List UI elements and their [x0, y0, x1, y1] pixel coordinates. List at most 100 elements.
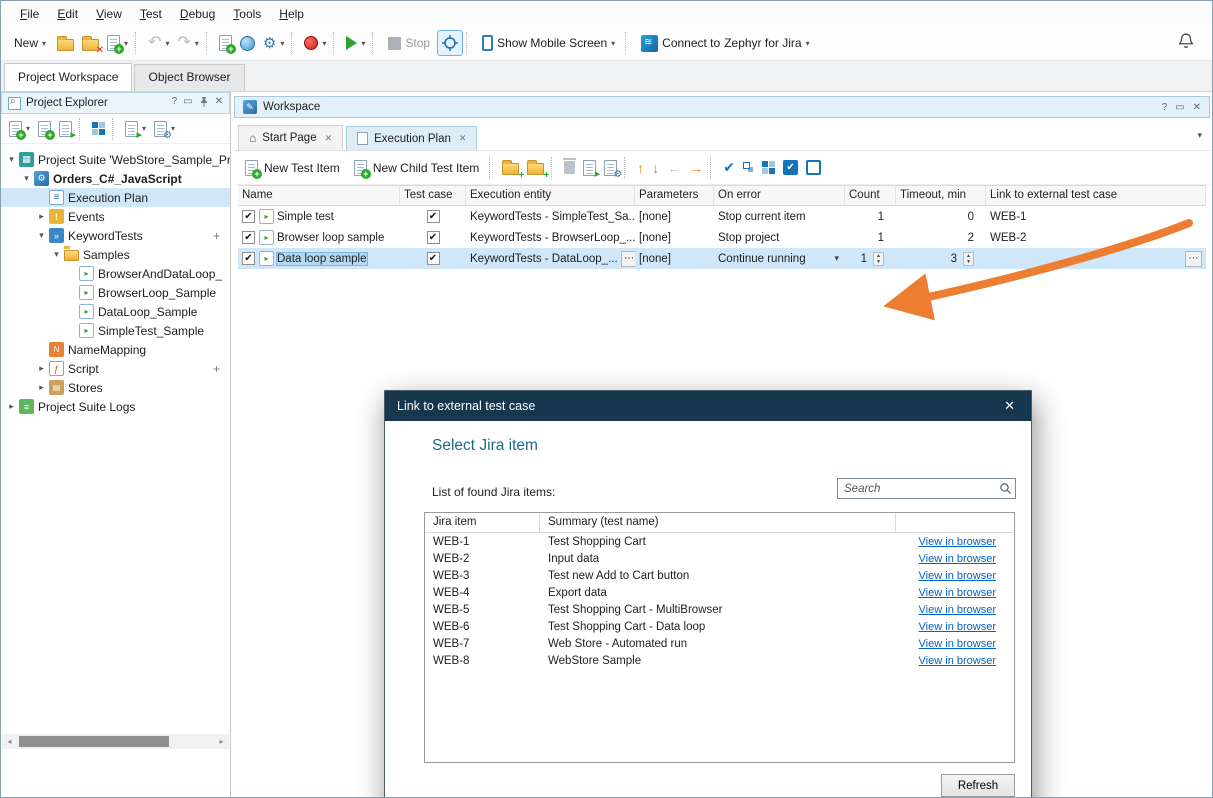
dialog-title-bar[interactable]: Link to external test case ✕: [385, 391, 1031, 421]
on-error-dropdown-icon[interactable]: ▾: [834, 253, 841, 264]
close-icon[interactable]: ✕: [1193, 102, 1201, 113]
check-group-button[interactable]: [758, 155, 779, 181]
jira-item-row-web-2[interactable]: WEB-2Input dataView in browser: [425, 550, 1014, 567]
tab-start-page[interactable]: ⌂Start Page✕: [238, 125, 343, 150]
expand-icon[interactable]: ▸: [35, 363, 48, 374]
close-icon[interactable]: ✕: [1000, 396, 1019, 416]
menu-file[interactable]: File: [11, 3, 48, 25]
test-case-checkbox[interactable]: ✔: [427, 252, 440, 265]
view-in-browser-link[interactable]: View in browser: [919, 655, 996, 667]
tree-item-dataloop-sample[interactable]: DataLoop_Sample: [1, 302, 230, 321]
add-item-icon[interactable]: +: [213, 229, 220, 243]
tree-item-namemapping[interactable]: NameMapping: [1, 340, 230, 359]
column-header-execution-entity[interactable]: Execution entity: [466, 186, 635, 205]
tree-item-stores[interactable]: ▸Stores: [1, 378, 230, 397]
tree-item-keywordtests[interactable]: ▾KeywordTests+: [1, 226, 230, 245]
collapse-icon[interactable]: ▾: [20, 173, 33, 184]
menu-tools[interactable]: Tools: [224, 3, 270, 25]
web-testing-button[interactable]: [236, 30, 259, 56]
enabled-checkbox[interactable]: ✔: [242, 252, 255, 265]
jira-item-row-web-5[interactable]: WEB-5Test Shopping Cart - MultiBrowserVi…: [425, 601, 1014, 618]
tree-item-simpletest-sample[interactable]: SimpleTest_Sample: [1, 321, 230, 340]
notifications-bell-icon[interactable]: [1178, 33, 1194, 53]
undo-button[interactable]: ↶▾: [144, 30, 173, 56]
services-button[interactable]: ⚙▾: [259, 30, 288, 56]
object-browser-button[interactable]: [88, 117, 109, 141]
open-item-button[interactable]: [55, 117, 76, 141]
spinner[interactable]: ▲▼: [963, 252, 974, 266]
stop-button[interactable]: Stop: [381, 30, 437, 56]
open-button[interactable]: [53, 30, 78, 56]
tree-item-project-suite-logs[interactable]: ▸Project Suite Logs: [1, 397, 230, 416]
object-spy-button[interactable]: [437, 30, 463, 56]
export-plan-button[interactable]: [600, 155, 621, 181]
jira-item-row-web-8[interactable]: WEB-8WebStore SampleView in browser: [425, 652, 1014, 669]
test-item-row-browser-loop-sample[interactable]: ✔Browser loop sample✔KeywordTests - Brow…: [238, 227, 1206, 248]
enabled-checkbox[interactable]: ✔: [242, 231, 255, 244]
move-down-button[interactable]: ↓: [648, 155, 663, 181]
move-right-button[interactable]: →: [685, 155, 707, 181]
move-left-button[interactable]: ←: [663, 155, 685, 181]
column-header-timeout-min[interactable]: Timeout, min: [896, 186, 986, 205]
spinner[interactable]: ▲▼: [873, 252, 884, 266]
close-tab-icon[interactable]: ✕: [325, 133, 333, 144]
save-button[interactable]: ▾: [103, 30, 132, 56]
add-new-item-button[interactable]: ▾: [5, 117, 34, 141]
delete-test-item-button[interactable]: [560, 155, 579, 181]
collapse-icon[interactable]: ▾: [50, 249, 63, 260]
test-case-checkbox[interactable]: ✔: [427, 231, 440, 244]
float-window-icon[interactable]: ▭: [183, 96, 192, 110]
tree-item-execution-plan[interactable]: Execution Plan: [1, 188, 230, 207]
tab-project-workspace[interactable]: Project Workspace: [4, 63, 132, 91]
expand-icon[interactable]: ▸: [35, 382, 48, 393]
menu-test[interactable]: Test: [131, 3, 171, 25]
tree-item-browserloop-sample[interactable]: BrowserLoop_Sample: [1, 283, 230, 302]
column-header-on-error[interactable]: On error: [714, 186, 845, 205]
tab-object-browser[interactable]: Object Browser: [134, 64, 244, 91]
new-test-item-button[interactable]: New Test Item: [238, 155, 347, 181]
add-existing-item-button[interactable]: [34, 117, 55, 141]
run-selected-item-button[interactable]: [579, 155, 600, 181]
enable-item-button[interactable]: ✔: [779, 155, 802, 181]
pin-icon[interactable]: [199, 96, 209, 110]
expand-icon[interactable]: ▸: [5, 401, 18, 412]
horizontal-scrollbar[interactable]: ◂ ▸: [2, 734, 229, 749]
menu-help[interactable]: Help: [270, 3, 313, 25]
add-group-button[interactable]: +: [498, 155, 523, 181]
close-button[interactable]: ✕: [78, 30, 103, 56]
column-header-link-to-external-test-case[interactable]: Link to external test case: [986, 186, 1206, 205]
redo-button[interactable]: ↷▾: [173, 30, 202, 56]
run-project-suite-button[interactable]: ▾: [150, 117, 179, 141]
column-header-empty[interactable]: [896, 513, 1015, 532]
view-in-browser-link[interactable]: View in browser: [919, 604, 996, 616]
enabled-checkbox[interactable]: ✔: [242, 210, 255, 223]
connect-zephyr-button[interactable]: Connect to Zephyr for Jira ▾: [634, 30, 816, 56]
test-case-checkbox[interactable]: ✔: [427, 210, 440, 223]
add-item-icon[interactable]: +: [213, 362, 220, 376]
column-header-count[interactable]: Count: [845, 186, 896, 205]
record-button[interactable]: ▾: [300, 30, 330, 56]
search-input[interactable]: [837, 478, 1016, 499]
browse-entity-button[interactable]: ⋯: [621, 251, 635, 267]
collapse-icon[interactable]: ▾: [35, 230, 48, 241]
help-icon[interactable]: ?: [172, 96, 178, 110]
float-window-icon[interactable]: ▭: [1175, 102, 1184, 113]
tab-list-dropdown-icon[interactable]: ▾: [1197, 130, 1202, 141]
scroll-left-icon[interactable]: ◂: [2, 737, 17, 746]
view-in-browser-link[interactable]: View in browser: [919, 638, 996, 650]
jira-item-row-web-3[interactable]: WEB-3Test new Add to Cart buttonView in …: [425, 567, 1014, 584]
menu-edit[interactable]: Edit: [48, 3, 87, 25]
column-header-summary-test-name[interactable]: Summary (test name): [540, 513, 896, 532]
run-project-button[interactable]: ▾: [121, 117, 150, 141]
run-button[interactable]: ▾: [342, 30, 369, 56]
scroll-right-icon[interactable]: ▸: [214, 737, 229, 746]
tree-item-script[interactable]: ▸Script+: [1, 359, 230, 378]
tab-execution-plan[interactable]: Execution Plan✕: [346, 126, 477, 150]
tree-item-orders-c-javascript[interactable]: ▾Orders_C#_JavaScript: [1, 169, 230, 188]
new-button[interactable]: New ▾: [7, 30, 53, 56]
tree-item-samples[interactable]: ▾Samples: [1, 245, 230, 264]
view-in-browser-link[interactable]: View in browser: [919, 570, 996, 582]
add-new-item-button[interactable]: [215, 30, 236, 56]
show-mobile-screen-button[interactable]: Show Mobile Screen ▾: [475, 30, 622, 56]
scrollbar-thumb[interactable]: [19, 736, 169, 747]
